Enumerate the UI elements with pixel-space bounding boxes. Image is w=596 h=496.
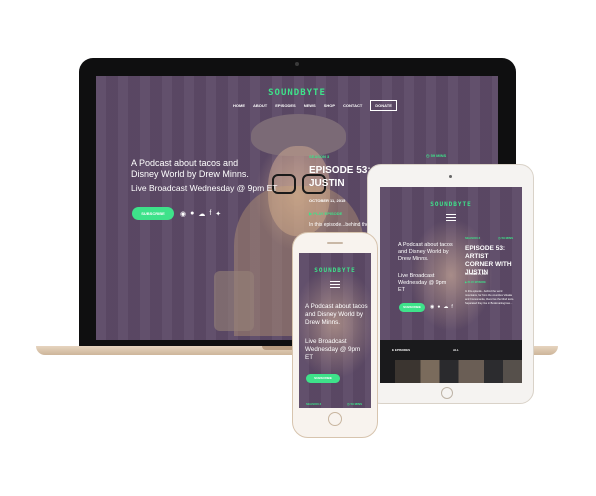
- nav-news[interactable]: NEWS: [304, 103, 316, 108]
- laptop-camera: [295, 62, 299, 66]
- phone-broadcast: Live Broadcast Wednesday @ 9pm ET: [305, 338, 361, 361]
- tablet-duration-value: 59 MINS: [501, 236, 514, 240]
- apple-icon[interactable]: ●: [437, 304, 440, 310]
- rss-icon[interactable]: ◉: [430, 304, 434, 310]
- phone-screen: SOUNDBYTE A Podcast about tacos and Disn…: [299, 253, 371, 408]
- nav-home[interactable]: HOME: [233, 103, 245, 108]
- nav-contact[interactable]: CONTACT: [343, 103, 362, 108]
- subscribe-button[interactable]: SUBSCRIBE: [132, 207, 174, 220]
- tablet-season-label: SEASON 3: [465, 236, 481, 240]
- tablet-all-link[interactable]: ALL: [453, 348, 459, 352]
- phone-speaker: [327, 242, 343, 244]
- episode-excerpt: In this episode...behind the: [309, 222, 369, 228]
- tablet-episode-excerpt: In this episode...behind the word mounta…: [465, 290, 515, 305]
- nav-episodes[interactable]: EPISODES: [275, 103, 295, 108]
- tablet-broadcast: Live Broadcast Wednesday @ 9pm ET: [398, 273, 447, 293]
- play-label: PLAY EPISODE: [313, 211, 343, 216]
- tablet-camera: [449, 175, 452, 178]
- phone-logo[interactable]: SOUNDBYTE: [299, 267, 371, 274]
- rss-icon[interactable]: ◉: [180, 210, 186, 218]
- episode-date: OCTOBER 11, 2015: [309, 198, 346, 203]
- phone-season-label: SEASON 3: [306, 402, 322, 406]
- facebook-icon[interactable]: f: [209, 210, 211, 218]
- tablet-episode-thumbnails[interactable]: [395, 360, 522, 383]
- site-logo[interactable]: SOUNDBYTE: [96, 88, 498, 98]
- phone-subscribe-button[interactable]: SUBSCRIBE: [306, 374, 340, 383]
- phone-duration-value: 59 MINS: [350, 402, 363, 406]
- main-nav: HOME ABOUT EPISODES NEWS SHOP CONTACT DO…: [233, 100, 397, 111]
- phone-tagline: A Podcast about tacos and Disney World b…: [305, 303, 368, 326]
- facebook-icon[interactable]: f: [451, 304, 452, 310]
- duration-label: ◷ 59 MINS: [426, 153, 446, 158]
- phone-home-button[interactable]: [328, 412, 342, 426]
- tablet-episode-date: OCTOBER 11, 2015: [465, 273, 488, 276]
- soundcloud-icon[interactable]: ☁: [443, 304, 448, 310]
- play-episode-link[interactable]: ▶ PLAY EPISODE: [309, 211, 342, 216]
- broadcast-info: Live Broadcast Wednesday @ 9pm ET: [131, 183, 278, 193]
- nav-about[interactable]: ABOUT: [253, 103, 267, 108]
- phone-menu-icon[interactable]: [330, 281, 340, 288]
- tablet-menu-icon[interactable]: [446, 214, 456, 221]
- twitter-icon[interactable]: ✦: [215, 210, 221, 218]
- donate-button[interactable]: DONATE: [370, 100, 397, 111]
- tablet-subscribe-button[interactable]: SUBSCRIBE: [399, 303, 425, 312]
- tablet-play-label: PLAY EPISODE: [467, 281, 486, 284]
- play-icon: ▶: [309, 211, 313, 216]
- tablet-play-episode-link[interactable]: ▶ PLAY EPISODE: [465, 281, 486, 284]
- hero-tagline: A Podcast about tacos and Disney World b…: [131, 158, 249, 179]
- apple-icon[interactable]: ●: [190, 210, 194, 218]
- play-icon: ▶: [465, 281, 467, 284]
- tablet-home-button[interactable]: [441, 387, 453, 399]
- social-links: ◉ ● ☁ f ✦: [180, 210, 221, 218]
- tablet-social-links: ◉ ● ☁ f: [430, 304, 453, 310]
- season-label: SEASON 3: [309, 154, 330, 159]
- clock-icon: ◷: [426, 153, 430, 158]
- duration-value: 59 MINS: [430, 153, 447, 158]
- hero-cup: [214, 271, 254, 331]
- tablet-tagline: A Podcast about tacos and Disney World b…: [398, 242, 453, 262]
- tablet-logo[interactable]: SOUNDBYTE: [380, 201, 522, 208]
- tablet-episodes-label: E EPISODES: [392, 348, 411, 352]
- tablet-duration-label: ◷ 59 MINS: [498, 236, 513, 240]
- phone-duration-label: ◷ 59 MINS: [347, 402, 362, 406]
- soundcloud-icon[interactable]: ☁: [198, 210, 205, 218]
- nav-shop[interactable]: SHOP: [324, 103, 335, 108]
